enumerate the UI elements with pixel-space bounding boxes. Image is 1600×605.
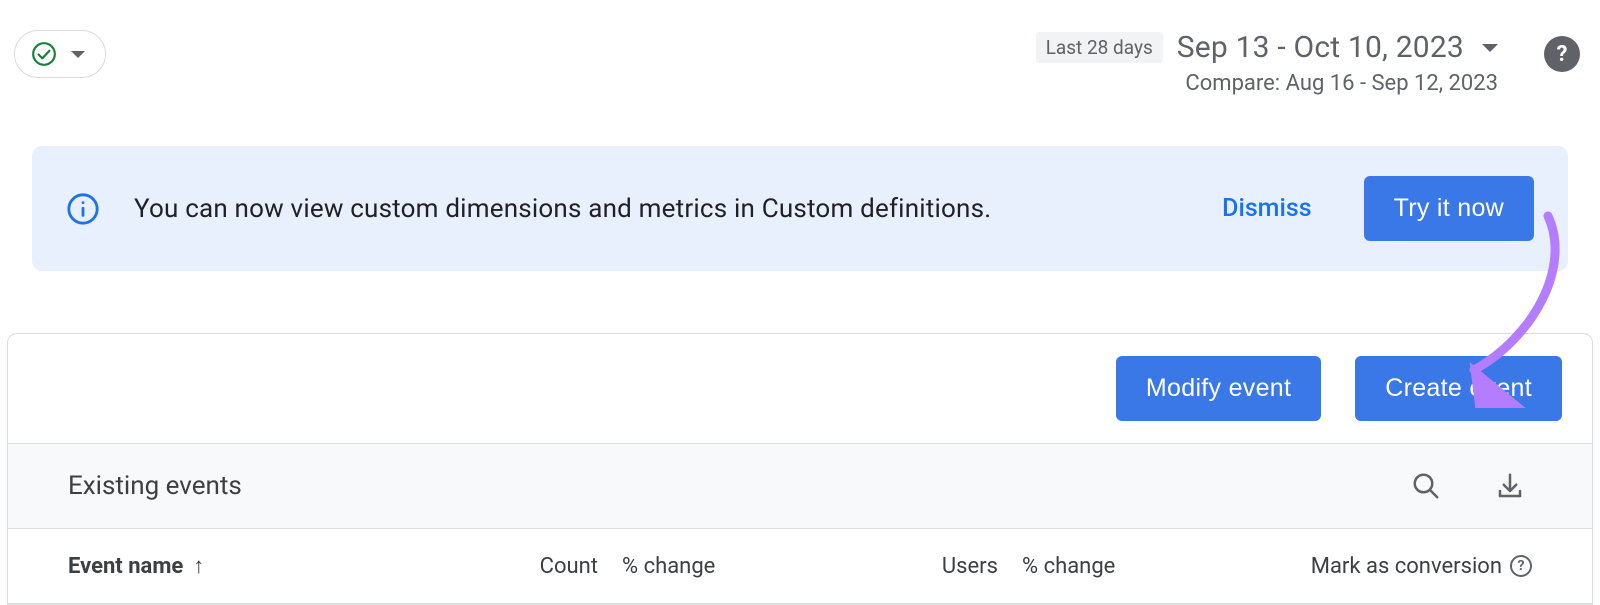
col-users[interactable]: Users: [918, 554, 998, 579]
existing-events-title: Existing events: [68, 471, 1364, 501]
modify-event-button[interactable]: Modify event: [1116, 356, 1321, 421]
date-badge: Last 28 days: [1036, 32, 1163, 63]
col-pct-change-2[interactable]: % change: [998, 554, 1148, 579]
date-range-picker[interactable]: Last 28 days Sep 13 - Oct 10, 2023 Compa…: [1036, 30, 1498, 96]
col-count[interactable]: Count: [508, 554, 598, 579]
chevron-down-icon: [1482, 44, 1498, 52]
events-card: Modify event Create event Existing event…: [7, 333, 1593, 605]
col-mark-label: Mark as conversion: [1311, 554, 1502, 579]
chevron-down-icon: [71, 51, 85, 58]
try-it-now-button[interactable]: Try it now: [1364, 176, 1534, 241]
info-icon: [66, 192, 100, 226]
status-dropdown[interactable]: [14, 30, 106, 78]
help-icon[interactable]: ?: [1544, 36, 1580, 72]
check-circle-icon: [31, 41, 57, 67]
table-header-row: Event name ↑ Count % change Users % chan…: [8, 529, 1592, 604]
banner-message: You can now view custom dimensions and m…: [134, 194, 1170, 224]
sort-asc-icon: ↑: [193, 553, 204, 579]
col-event-name[interactable]: Event name ↑: [68, 553, 508, 579]
help-tooltip-icon[interactable]: ?: [1510, 555, 1532, 577]
info-banner: You can now view custom dimensions and m…: [32, 146, 1568, 271]
top-bar: Last 28 days Sep 13 - Oct 10, 2023 Compa…: [0, 0, 1600, 96]
col-pct-change-1[interactable]: % change: [598, 554, 748, 579]
col-event-name-label: Event name: [68, 554, 183, 579]
existing-events-header: Existing events: [8, 443, 1592, 529]
create-event-button[interactable]: Create event: [1355, 356, 1562, 421]
dismiss-button[interactable]: Dismiss: [1204, 186, 1329, 231]
col-mark-as-conversion: Mark as conversion ?: [1311, 554, 1532, 579]
search-icon[interactable]: [1404, 464, 1448, 508]
compare-range-text: Compare: Aug 16 - Sep 12, 2023: [1185, 71, 1498, 96]
download-icon[interactable]: [1488, 464, 1532, 508]
date-range-text: Sep 13 - Oct 10, 2023: [1177, 30, 1464, 65]
card-actions: Modify event Create event: [8, 334, 1592, 443]
